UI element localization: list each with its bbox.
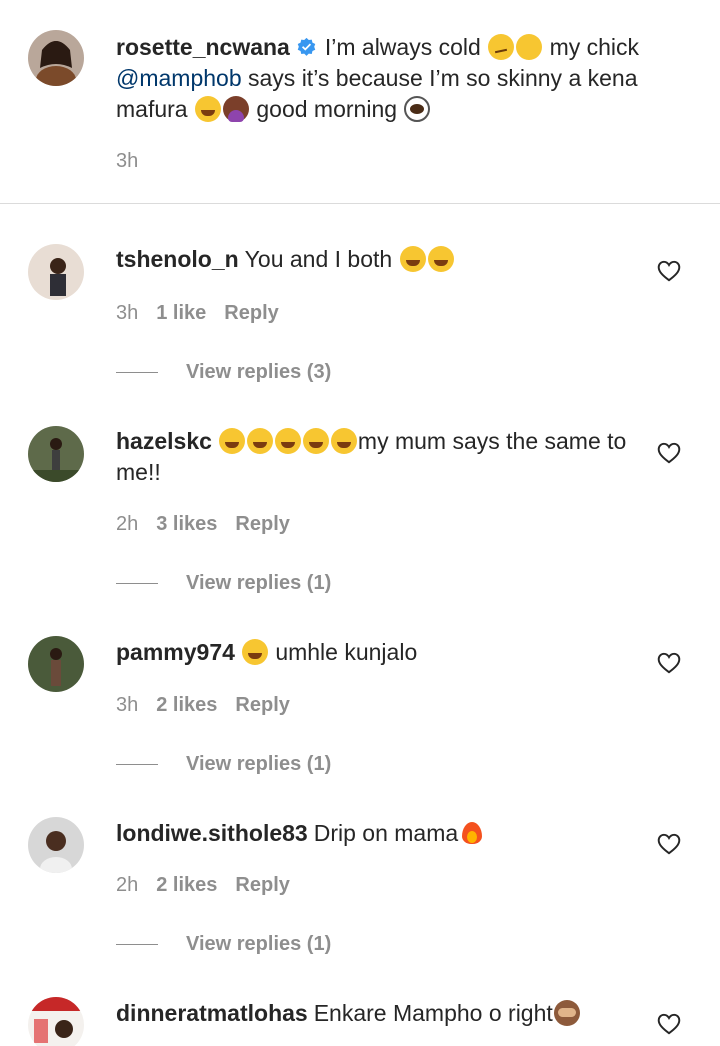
caption-meta: 3h — [116, 148, 138, 174]
see-no-evil-monkey-emoji-icon — [553, 1000, 580, 1026]
reply-button[interactable]: Reply — [235, 511, 289, 537]
like-heart-icon[interactable] — [656, 650, 682, 676]
person-emoji-icon — [222, 96, 249, 122]
comment-body: Enkare Mampho o right — [313, 1000, 553, 1026]
reply-button[interactable]: Reply — [224, 300, 278, 326]
view-replies-button[interactable]: View replies (1) — [116, 931, 331, 957]
caption-text-part: I’m always cold — [324, 34, 481, 60]
commenter-avatar[interactable] — [28, 426, 84, 482]
like-heart-icon[interactable] — [656, 258, 682, 284]
comment-timestamp: 2h — [116, 874, 139, 896]
divider-line — [116, 943, 158, 945]
comment-timestamp: 3h — [116, 302, 139, 324]
likes-count[interactable]: 2 likes — [156, 692, 217, 718]
verified-badge-icon — [296, 37, 317, 58]
laughing-emoji-icon — [274, 428, 301, 454]
caption-text-part: my chick — [549, 34, 640, 60]
divider — [0, 203, 720, 204]
comment-body: umhle kunjalo — [275, 639, 418, 665]
view-replies-button[interactable]: View replies (1) — [116, 751, 331, 777]
divider-line — [116, 371, 158, 373]
comment-timestamp: 2h — [116, 513, 139, 535]
comment-meta: 2h 3 likes Reply — [116, 511, 290, 537]
like-heart-icon[interactable] — [656, 440, 682, 466]
caption-text-part: good morning — [256, 96, 398, 122]
view-replies-label[interactable]: View replies (1) — [186, 753, 331, 776]
comment-body: Drip on mama — [313, 820, 459, 846]
comment-username[interactable]: dinneratmatlohas — [116, 1000, 308, 1026]
divider-line — [116, 763, 158, 765]
like-heart-icon[interactable] — [656, 1011, 682, 1037]
laughing-emoji-icon — [218, 428, 245, 454]
view-replies-button[interactable]: View replies (1) — [116, 570, 331, 596]
like-heart-icon[interactable] — [656, 831, 682, 857]
laughing-emoji-icon — [302, 428, 329, 454]
view-replies-label[interactable]: View replies (1) — [186, 572, 331, 595]
likes-count[interactable]: 2 likes — [156, 872, 217, 898]
confused-face-emoji-icon — [488, 34, 515, 60]
fire-emoji-icon — [459, 820, 485, 846]
caption-text: rosette_ncwana I’m always cold my chick @… — [116, 32, 676, 125]
divider-line — [116, 582, 158, 584]
reply-button[interactable]: Reply — [235, 692, 289, 718]
downcast-sweat-emoji-icon — [516, 34, 543, 60]
comment-timestamp: 3h — [116, 694, 139, 716]
comment-username[interactable]: hazelskc — [116, 428, 212, 454]
laughing-emoji-icon — [427, 246, 454, 272]
laughing-emoji-icon — [194, 96, 221, 122]
view-replies-button[interactable]: View replies (3) — [116, 359, 331, 385]
laughing-emoji-icon — [330, 428, 357, 454]
laughing-emoji-icon — [399, 246, 426, 272]
comment-meta: 2h 2 likes Reply — [116, 872, 290, 898]
comments-screen: rosette_ncwana I’m always cold my chick @… — [0, 0, 720, 1046]
caption-username[interactable]: rosette_ncwana — [116, 34, 290, 60]
laughing-emoji-icon — [241, 639, 268, 665]
commenter-avatar[interactable] — [28, 817, 84, 873]
comment-text: tshenolo_n You and I both — [116, 244, 676, 275]
commenter-avatar[interactable] — [28, 636, 84, 692]
caption-avatar[interactable] — [28, 30, 84, 86]
commenter-avatar[interactable] — [28, 244, 84, 300]
comment-meta: 3h 1 like Reply — [116, 300, 279, 326]
comment-text: pammy974 umhle kunjalo — [116, 637, 676, 668]
comment-text: dinneratmatlohas Enkare Mampho o right — [116, 998, 676, 1029]
commenter-avatar[interactable] — [28, 997, 84, 1046]
caption-timestamp: 3h — [116, 150, 139, 172]
mention-link[interactable]: @mamphob — [116, 65, 242, 91]
laughing-emoji-icon — [246, 428, 273, 454]
comment-username[interactable]: londiwe.sithole83 — [116, 820, 308, 846]
comment-meta: 3h 2 likes Reply — [116, 692, 290, 718]
comment-username[interactable]: pammy974 — [116, 639, 235, 665]
likes-count[interactable]: 3 likes — [156, 511, 217, 537]
comment-username[interactable]: tshenolo_n — [116, 246, 239, 272]
reply-button[interactable]: Reply — [235, 872, 289, 898]
comment-text: londiwe.sithole83 Drip on mama — [116, 818, 676, 849]
comment-text: hazelskc my mum says the same to me!! — [116, 426, 676, 488]
likes-count[interactable]: 1 like — [156, 300, 206, 326]
view-replies-label[interactable]: View replies (3) — [186, 361, 331, 384]
view-replies-label[interactable]: View replies (1) — [186, 933, 331, 956]
coffee-emoji-icon — [404, 96, 431, 122]
comment-body: You and I both — [244, 246, 393, 272]
